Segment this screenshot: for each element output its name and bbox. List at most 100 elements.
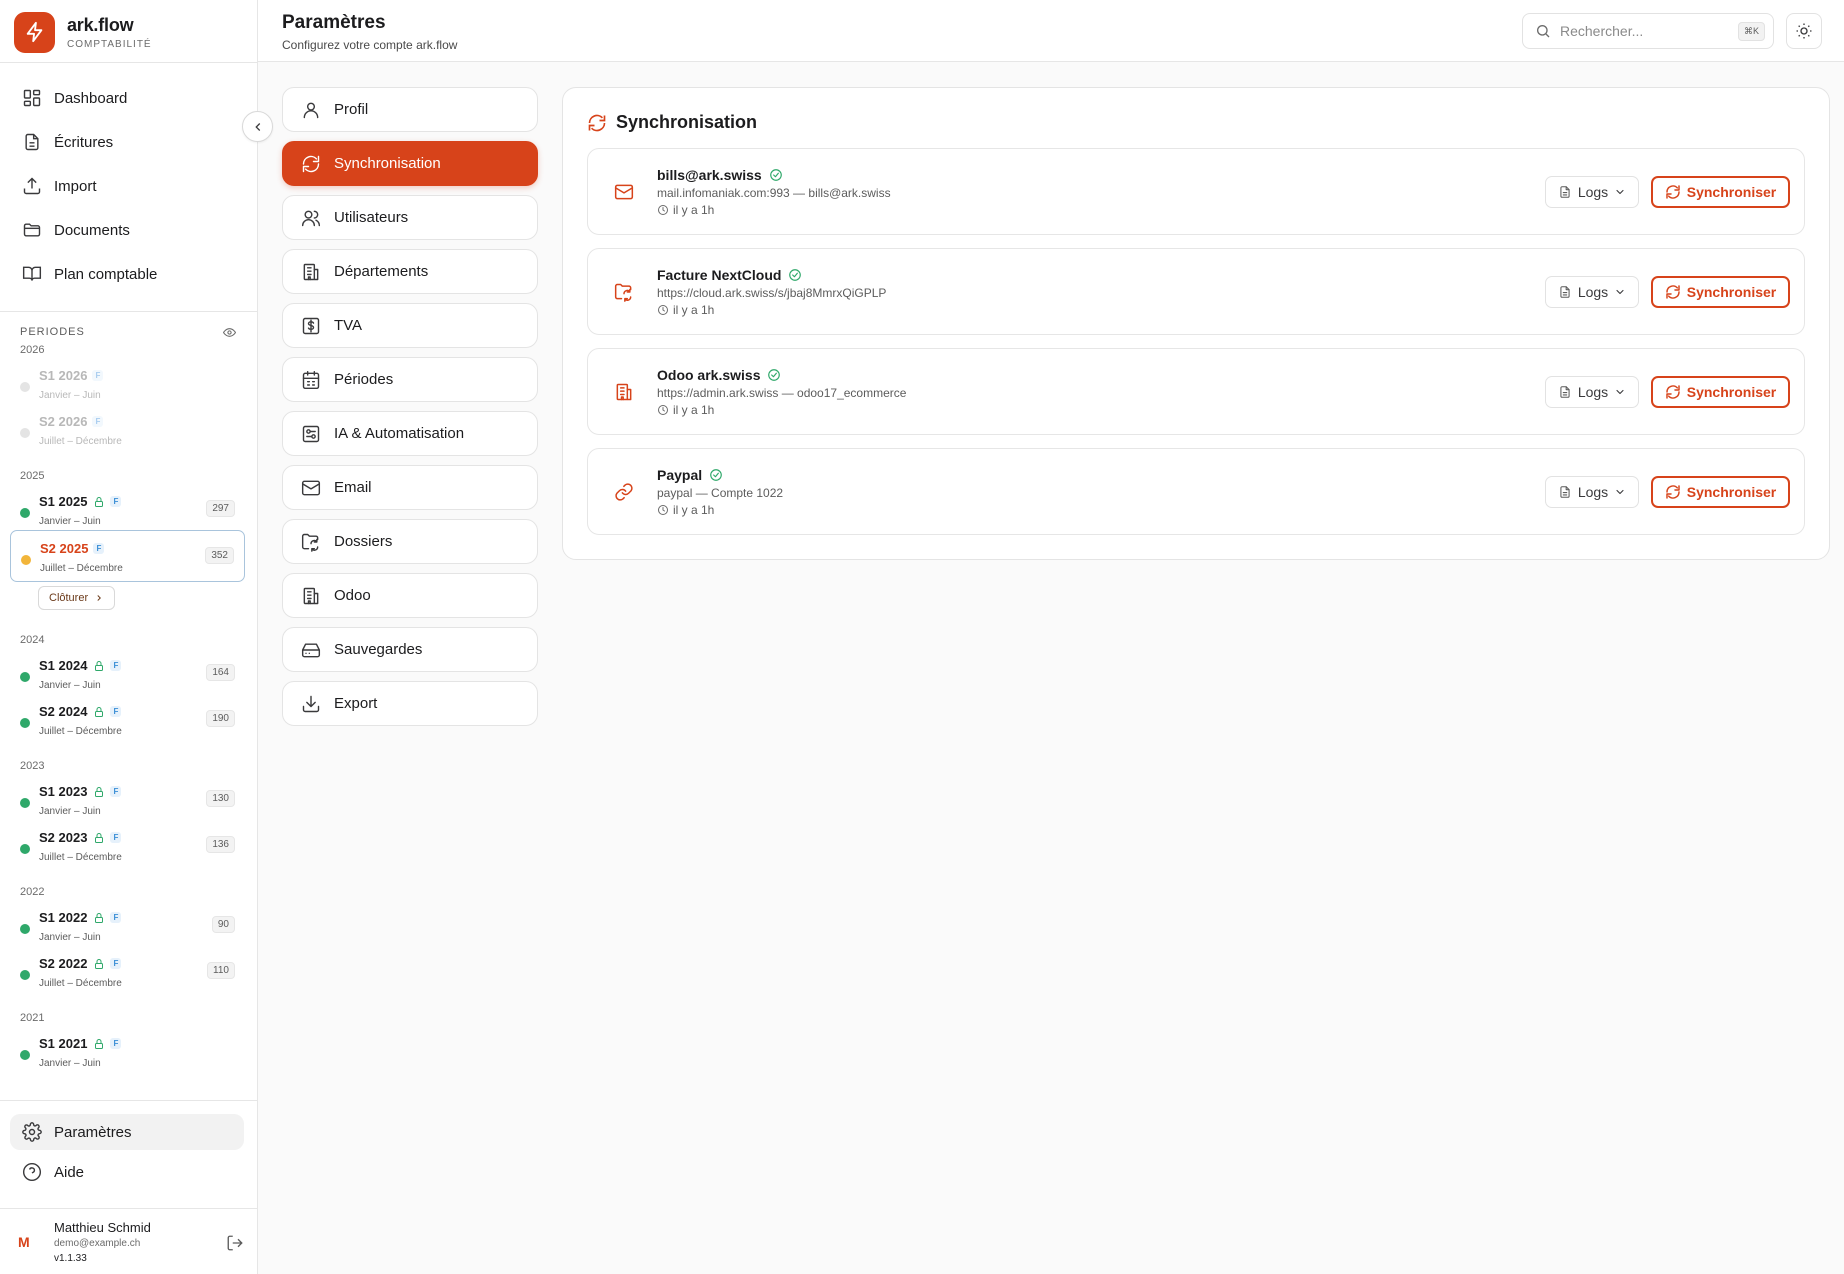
period-tag: F (93, 543, 105, 554)
settings-menu-item-dossiers[interactable]: Dossiers (282, 519, 538, 564)
check-circle-icon (768, 369, 781, 381)
settings-menu-item-synchronisation[interactable]: Synchronisation (282, 141, 538, 186)
synchroniser-button[interactable]: Synchroniser (1651, 176, 1790, 208)
nav-item-import[interactable]: Import (10, 167, 244, 205)
sync-source-card: bills@ark.swiss mail.infomaniak.com:993 —… (587, 148, 1805, 235)
period-range: Janvier – Juin (39, 1058, 101, 1069)
logs-label: Logs (1577, 384, 1609, 400)
book-icon (22, 266, 42, 281)
brand-logo (14, 11, 55, 53)
source-name-row: Odoo ark.swiss (657, 367, 781, 383)
settings-menu-item-odoo[interactable]: Odoo (282, 573, 538, 618)
logs-label: Logs (1577, 484, 1609, 500)
period-count-badge: 90 (211, 916, 235, 933)
period-name-row: S2 2023 F (39, 830, 122, 845)
page-title: Paramètres (282, 12, 386, 33)
brand[interactable]: ark.flow COMPTABILITÉ (14, 11, 152, 53)
file-icon (1560, 186, 1570, 198)
synchroniser-button[interactable]: Synchroniser (1651, 276, 1790, 308)
settings-menu-item-périodes[interactable]: Périodes (282, 357, 538, 402)
menu-item-label: Synchronisation (334, 155, 441, 172)
menu-item-label: TVA (334, 317, 363, 334)
period-tag: F (92, 416, 104, 427)
settings-menu-item-sauvegardes[interactable]: Sauvegardes (282, 627, 538, 672)
period-tag: F (110, 706, 122, 717)
clock-icon (658, 505, 668, 515)
period-count-badge: 190 (206, 710, 235, 727)
avatar: M (18, 1234, 30, 1250)
nav-item-documents[interactable]: Documents (10, 211, 244, 249)
period-item[interactable]: S1 2026 F Janvier – Juin (10, 358, 245, 410)
sync-icon (1666, 185, 1680, 199)
search-input[interactable] (1560, 23, 1740, 39)
search-box[interactable]: ⌘K (1522, 13, 1774, 49)
settings-menu-item-profil[interactable]: Profil (282, 87, 538, 132)
collapse-sidebar-button[interactable] (242, 111, 273, 142)
nav-label: Documents (54, 221, 130, 239)
period-status-dot (20, 428, 30, 438)
logs-button[interactable]: Logs (1545, 176, 1639, 208)
settings-menu-item-départements[interactable]: Départements (282, 249, 538, 294)
period-item[interactable]: S1 2023 F Janvier – Juin 130 (10, 774, 245, 826)
period-item[interactable]: S1 2021 F Janvier – Juin (10, 1026, 245, 1078)
menu-item-label: Départements (334, 263, 429, 280)
settings-menu-item-tva[interactable]: TVA (282, 303, 538, 348)
period-name-row: S2 2024 F (39, 704, 122, 719)
nav-label: Import (54, 177, 97, 195)
lock-icon (95, 496, 104, 507)
period-item[interactable]: S1 2025 F Janvier – Juin 297 (10, 484, 245, 536)
logs-button[interactable]: Logs (1545, 376, 1639, 408)
theme-toggle-button[interactable] (1786, 13, 1822, 49)
logs-button[interactable]: Logs (1545, 276, 1639, 308)
eye-icon[interactable] (223, 326, 236, 339)
synchroniser-button[interactable]: Synchroniser (1651, 376, 1790, 408)
period-name-row: S2 2026 F (39, 414, 104, 429)
settings-menu-item-export[interactable]: Export (282, 681, 538, 726)
nav-label: Plan comptable (54, 265, 158, 283)
settings-menu-item-utilisateurs[interactable]: Utilisateurs (282, 195, 538, 240)
last-sync-time: il y a 1h (673, 203, 715, 217)
nav-item-ecritures[interactable]: Écritures (10, 123, 244, 161)
synchroniser-label: Synchroniser (1686, 184, 1777, 200)
sync-panel: Synchronisation bills@ark.swiss mail.info… (562, 87, 1830, 560)
period-range: Juillet – Décembre (39, 726, 122, 737)
period-item[interactable]: S2 2026 F Juillet – Décembre (10, 404, 245, 456)
cloturer-button[interactable]: Clôturer (38, 586, 116, 610)
building-icon (303, 587, 319, 604)
logout-icon[interactable] (226, 1234, 244, 1252)
upload-icon (23, 177, 41, 195)
period-range: Juillet – Décembre (39, 978, 122, 989)
nav-item-dashboard[interactable]: Dashboard (10, 79, 244, 117)
logs-button[interactable]: Logs (1545, 476, 1639, 508)
source-last-sync: il y a 1h (657, 303, 714, 317)
period-tag: F (110, 786, 122, 797)
period-name-row: S1 2025 F (39, 494, 122, 509)
cloturer-label: Clôturer (49, 592, 89, 604)
period-range: Janvier – Juin (39, 680, 101, 691)
settings-menu-item-ia-automatisation[interactable]: IA & Automatisation (282, 411, 538, 456)
period-tag: F (110, 1038, 122, 1049)
period-item[interactable]: S2 2024 F Juillet – Décembre 190 (10, 694, 245, 746)
period-item[interactable]: S2 2022 F Juillet – Décembre 110 (10, 946, 245, 998)
synchroniser-button[interactable]: Synchroniser (1651, 476, 1790, 508)
period-name: S2 2025 (40, 541, 89, 556)
period-item[interactable]: S2 2023 F Juillet – Décembre 136 (10, 820, 245, 872)
help-icon (22, 1162, 42, 1182)
period-item[interactable]: S1 2024 F Janvier – Juin 164 (10, 648, 245, 700)
period-item[interactable]: S1 2022 F Janvier – Juin 90 (10, 900, 245, 952)
nav-item-plan-comptable[interactable]: Plan comptable (10, 255, 244, 293)
period-name-row: S2 2022 F (39, 956, 122, 971)
file-icon (1560, 286, 1570, 298)
nav-item-parametres[interactable]: Paramètres (10, 1114, 244, 1150)
source-detail: https://cloud.ark.swiss/s/jbaj8MmrxQiGPL… (657, 286, 887, 300)
chevron-right-icon (97, 595, 102, 601)
sync-icon (1666, 285, 1680, 299)
source-name: Paypal (657, 467, 703, 483)
period-name: S2 2024 (39, 704, 88, 719)
periods-list[interactable]: 2026 S1 2026 F Janvier – Juin S2 2026 F Juille… (0, 344, 257, 1096)
source-name-row: Paypal (657, 467, 723, 483)
nav-item-aide[interactable]: Aide (10, 1154, 244, 1190)
check-circle-icon (710, 469, 722, 481)
settings-menu-item-email[interactable]: Email (282, 465, 538, 510)
period-item[interactable]: S2 2025 F Juillet – Décembre 352 (10, 530, 245, 582)
